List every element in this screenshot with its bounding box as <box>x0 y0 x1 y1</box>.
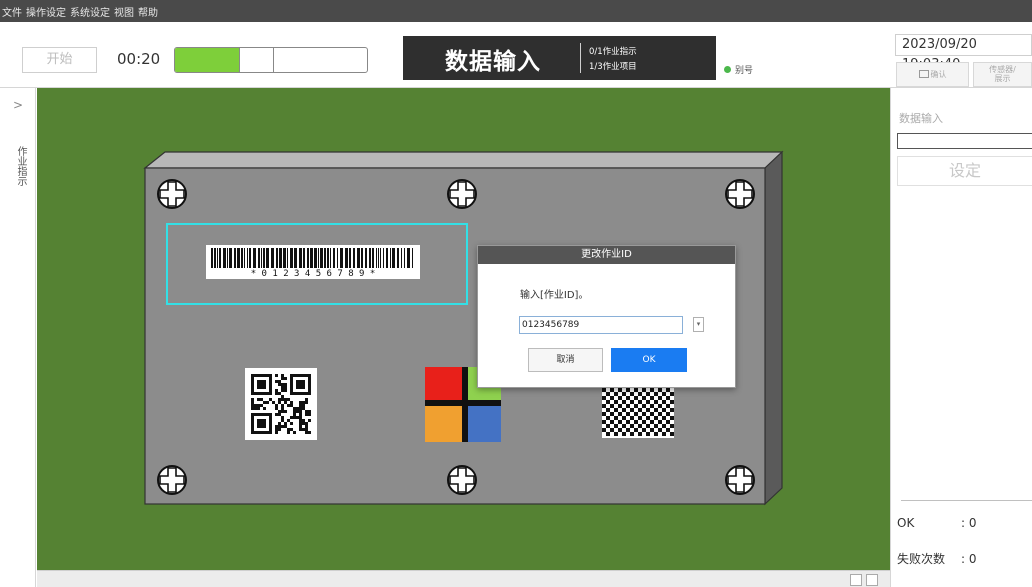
grid-icon[interactable] <box>866 574 878 586</box>
change-work-id-dialog: 更改作业ID 输入[作业ID]。 0123456789 ▾ 取消 OK <box>477 245 736 388</box>
sensor-button-line1: 传感器/ <box>989 65 1016 74</box>
progress-divider <box>238 48 240 72</box>
ok-count-label: OK <box>897 516 915 530</box>
work-instruction-tab[interactable]: 作业指示 <box>13 146 28 186</box>
cancel-button[interactable]: 取消 <box>528 348 603 372</box>
menu-view[interactable]: 视图 <box>114 4 134 19</box>
plate-top-face <box>143 151 784 169</box>
work-id-input[interactable]: 0123456789 <box>519 316 683 334</box>
menu-system-settings[interactable]: 系统设定 <box>70 4 110 19</box>
status-dot-icon <box>724 66 731 73</box>
fail-count-label: 失败次数 <box>897 552 946 566</box>
window-icon[interactable] <box>850 574 862 586</box>
plate-side-face <box>764 150 783 506</box>
set-button[interactable]: 设定 <box>897 156 1032 186</box>
datetime-display: 2023/09/20 19:03:40 <box>895 34 1032 72</box>
progress-fill <box>175 48 241 72</box>
screw-icon <box>725 179 755 209</box>
data-input-field[interactable] <box>897 133 1032 149</box>
step-title-panel: 数据输入 0/1作业指示 1/3作业项目 <box>403 36 716 80</box>
progress-divider <box>272 48 274 72</box>
alias-label: 别号 <box>735 66 754 76</box>
title-divider <box>580 43 581 73</box>
menu-bar: 文件 操作设定 系统设定 视图 帮助 <box>0 0 1032 22</box>
work-image-canvas: * 0 1 2 3 4 5 6 7 8 9 * <box>37 88 890 570</box>
ok-count-row: OK : 0 <box>897 516 977 530</box>
elapsed-timer: 00:20 <box>117 50 161 68</box>
step-title: 数据输入 <box>445 49 541 75</box>
progress-bar <box>174 47 368 73</box>
chevron-right-icon[interactable]: > <box>13 98 23 112</box>
work-item-count: 1/3作业项目 <box>589 62 637 72</box>
sensor-button-line2: 展示 <box>994 74 1011 83</box>
work-instruction-sidebar: > 作业指示 <box>0 88 36 587</box>
barcode: * 0 1 2 3 4 5 6 7 8 9 * <box>206 245 420 279</box>
checker-pattern <box>602 388 674 438</box>
screw-icon <box>157 465 187 495</box>
qr-code <box>245 368 317 440</box>
screw-icon <box>447 179 477 209</box>
barcode-text: * 0 1 2 3 4 5 6 7 8 9 * <box>251 269 376 279</box>
menu-help[interactable]: 帮助 <box>138 4 158 19</box>
ok-count-value: : 0 <box>961 516 977 530</box>
work-instruction-count: 0/1作业指示 <box>589 47 637 57</box>
fail-count-value: : 0 <box>961 552 977 566</box>
board-illustration: * 0 1 2 3 4 5 6 7 8 9 * <box>143 150 784 506</box>
dropdown-arrow-icon[interactable]: ▾ <box>693 317 704 332</box>
screw-icon <box>447 465 477 495</box>
start-button[interactable]: 开始 <box>22 47 97 73</box>
sensor-display-button[interactable]: 传感器/ 展示 <box>973 62 1032 87</box>
confirm-button-label: 确认 <box>930 70 947 79</box>
dialog-title: 更改作业ID <box>478 246 735 264</box>
screw-icon <box>157 179 187 209</box>
panel-divider <box>901 500 1032 501</box>
data-input-label: 数据输入 <box>899 112 943 125</box>
header-bar: 开始 00:20 数据输入 0/1作业指示 1/3作业项目 别号 2023/09… <box>0 22 1032 88</box>
alias-indicator: 别号 <box>724 63 753 76</box>
canvas-status-bar <box>37 570 890 587</box>
fail-count-row: 失败次数 : 0 <box>897 550 977 567</box>
monitor-icon <box>918 70 929 78</box>
ok-button[interactable]: OK <box>611 348 687 372</box>
screw-icon <box>725 465 755 495</box>
menu-operation-settings[interactable]: 操作设定 <box>26 4 66 19</box>
dialog-message: 输入[作业ID]。 <box>520 290 589 301</box>
data-input-panel: 数据输入 设定 OK : 0 失败次数 : 0 <box>890 88 1032 587</box>
confirm-button[interactable]: 确认 <box>896 62 969 87</box>
menu-file[interactable]: 文件 <box>2 4 22 19</box>
